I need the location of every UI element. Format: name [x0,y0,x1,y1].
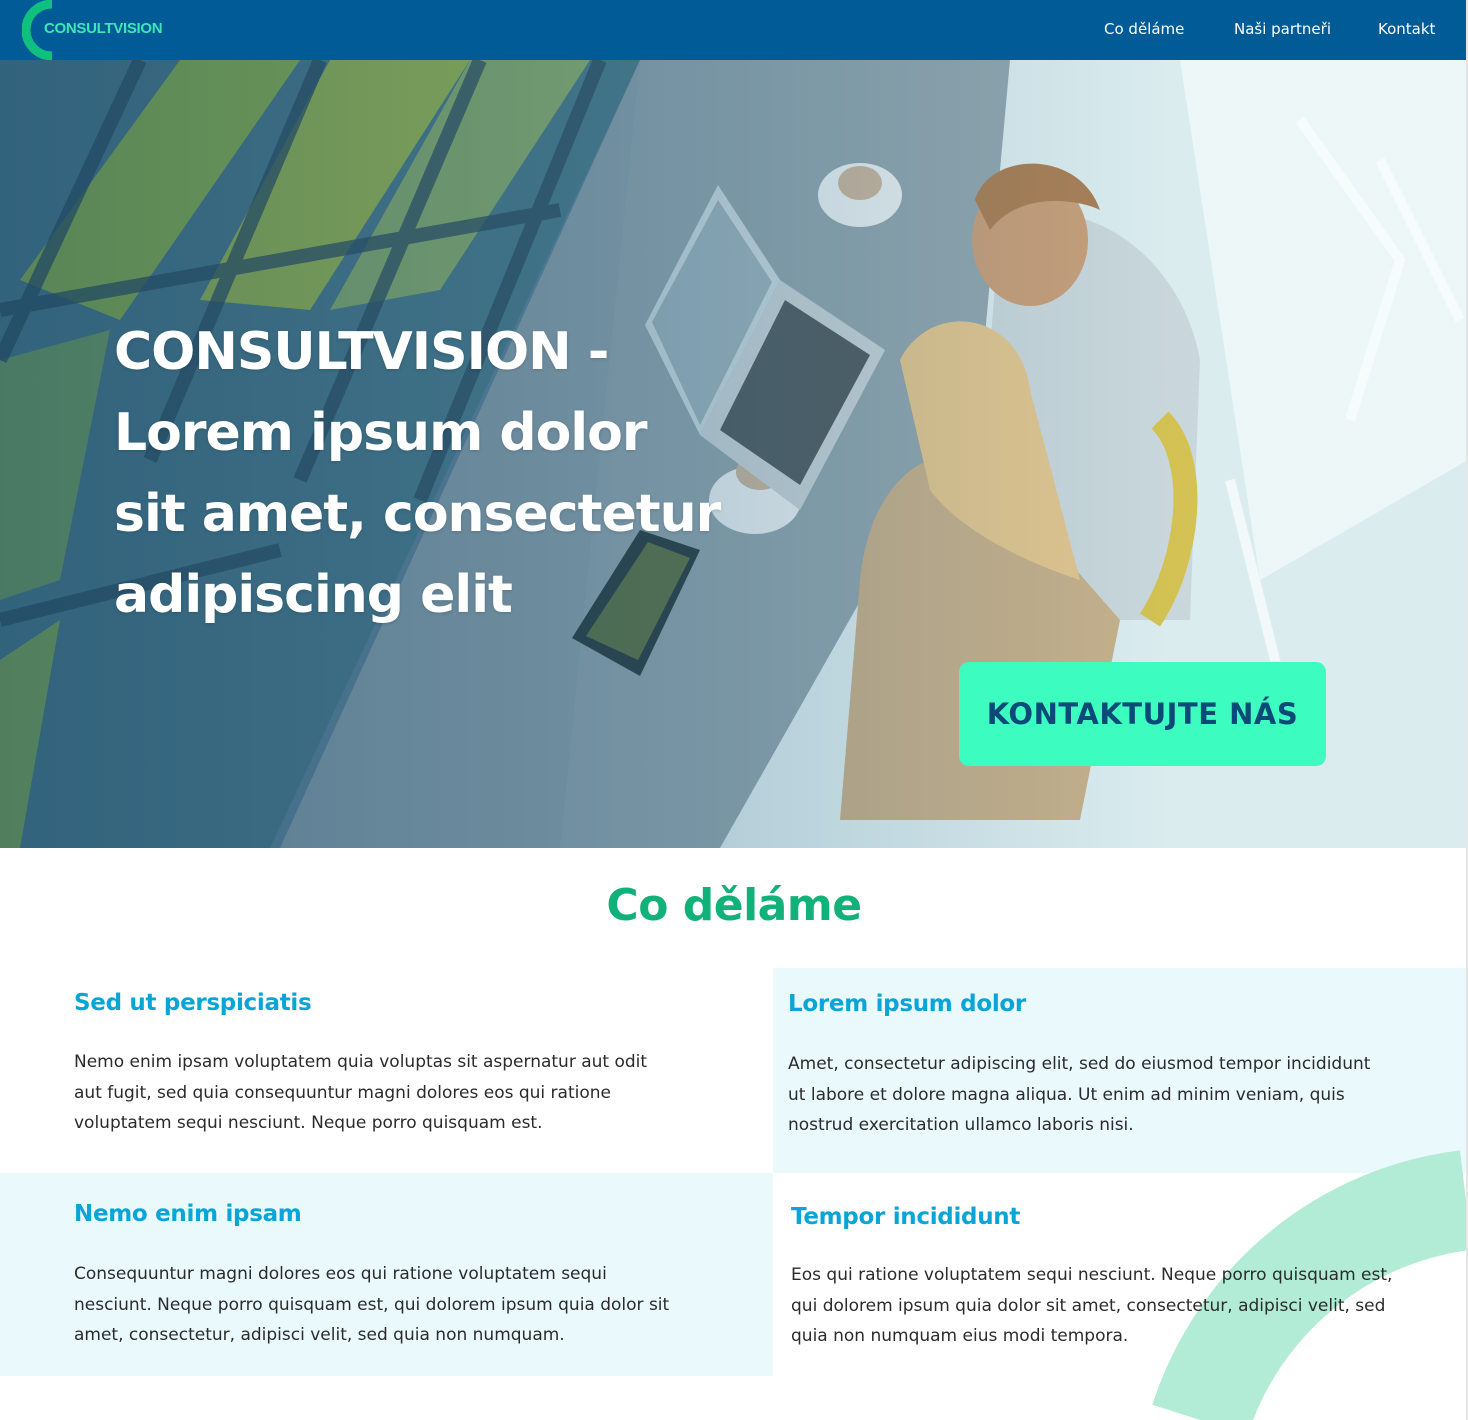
service-card-text: Nemo enim ipsam voluptatem quia voluptas… [74,1052,648,1133]
service-card: Nemo enim ipsam Consequuntur magni dolor… [0,1173,773,1376]
hero-section: CONSULTVISION - Lorem ipsum dolor sit am… [0,60,1468,848]
service-card-text: Eos qui ratione voluptatem sequi nesciun… [791,1265,1393,1346]
service-card-heading: Nemo enim ipsam [74,1201,302,1227]
nav-link-kontakt[interactable]: Kontakt [1378,20,1435,38]
service-card-text: Amet, consectetur adipiscing elit, sed d… [788,1054,1371,1135]
nav-link-co-delame[interactable]: Co děláme [1104,20,1184,38]
contact-us-button[interactable]: KONTAKTUJTE NÁS [959,662,1326,766]
service-card-heading: Lorem ipsum dolor [788,991,1026,1017]
service-card-text: Consequuntur magni dolores eos qui ratio… [74,1264,670,1345]
service-card-heading: Sed ut perspiciatis [74,990,312,1016]
section-title: Co děláme [606,880,862,931]
nav-link-nasi-partneri[interactable]: Naši partneři [1234,20,1331,38]
service-card: Sed ut perspiciatis Nemo enim ipsam volu… [0,968,773,1173]
logo[interactable]: CONSULTVISION [22,0,222,60]
top-navbar: CONSULTVISION Co děláme Naši partneři Ko… [0,0,1466,60]
hero-title: CONSULTVISION - Lorem ipsum dolor sit am… [114,322,721,625]
service-card: Tempor incididunt Eos qui ratione volupt… [773,1173,1466,1376]
service-card-heading: Tempor incididunt [791,1204,1021,1230]
logo-text: CONSULTVISION [44,20,163,37]
